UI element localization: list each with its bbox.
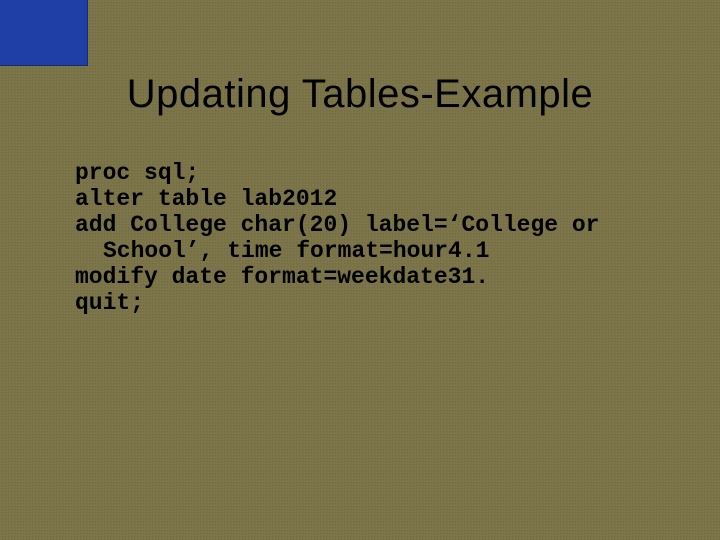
code-line: proc sql;	[75, 160, 199, 186]
code-line: modify date format=weekdate31.	[75, 264, 489, 290]
code-line: quit;	[75, 290, 144, 316]
code-line: add College char(20) label=‘College or	[75, 212, 600, 238]
code-line: alter table lab2012	[75, 186, 337, 212]
code-block: proc sql; alter table lab2012 add Colleg…	[75, 160, 680, 316]
decorative-sidebar	[0, 0, 88, 66]
code-line-continuation: School’, time format=hour4.1	[75, 238, 680, 264]
slide: Updating Tables-Example proc sql; alter …	[0, 0, 720, 540]
slide-title: Updating Tables-Example	[0, 72, 720, 117]
